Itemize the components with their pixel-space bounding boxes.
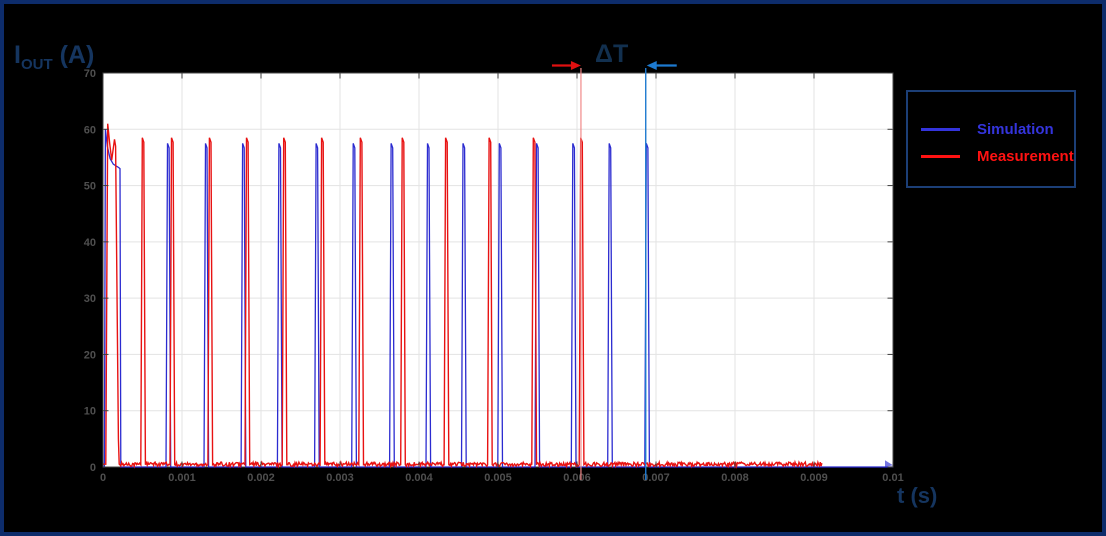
simulation-line-sample xyxy=(921,128,960,131)
y-tick-label: 10 xyxy=(84,406,96,418)
x-tick-label: 0.002 xyxy=(247,472,275,484)
y-axis-title-subscript: OUT xyxy=(20,56,53,73)
x-tick-label: 0.006 xyxy=(563,472,591,484)
x-tick-label: 0.003 xyxy=(326,472,354,484)
x-tick-label: 0 xyxy=(100,472,106,484)
y-tick-label: 20 xyxy=(84,349,96,361)
y-tick-label: 60 xyxy=(84,124,96,136)
figure: 0 0.001 0.002 0.003 0.004 0.005 0.006 0.007 0.00… xyxy=(0,0,1106,536)
delta-t-label: ΔT xyxy=(595,40,629,68)
y-axis-title-unit: (A) xyxy=(52,41,95,69)
waveform-chart: 0 0.001 0.002 0.003 0.004 0.005 0.006 0.007 0.00… xyxy=(84,61,904,484)
delta-t-blue-arrowhead xyxy=(646,61,657,70)
y-tick-label: 50 xyxy=(84,181,96,193)
y-tick-label: 40 xyxy=(84,237,96,249)
x-tick-label: 0.004 xyxy=(405,472,433,484)
measurement-line-sample xyxy=(921,155,960,158)
y-axis-title: IOUT (A) xyxy=(14,41,94,73)
y-axis-title-base: I xyxy=(14,41,21,69)
legend-item-measurement: Measurement xyxy=(908,143,1074,170)
legend-item-simulation: Simulation xyxy=(908,116,1074,143)
legend-label-measurement: Measurement xyxy=(977,148,1074,165)
x-tick-label: 0.008 xyxy=(721,472,749,484)
x-tick-label: 0.009 xyxy=(800,472,828,484)
legend-label-simulation: Simulation xyxy=(977,121,1054,138)
y-tick-label: 0 xyxy=(90,462,96,474)
delta-t-red-arrowhead xyxy=(570,61,581,70)
legend: Simulation Measurement xyxy=(906,90,1076,188)
x-axis-title: t (s) xyxy=(897,483,938,508)
x-tick-label: 0.005 xyxy=(484,472,512,484)
y-tick-label: 30 xyxy=(84,293,96,305)
x-tick-label: 0.001 xyxy=(168,472,196,484)
